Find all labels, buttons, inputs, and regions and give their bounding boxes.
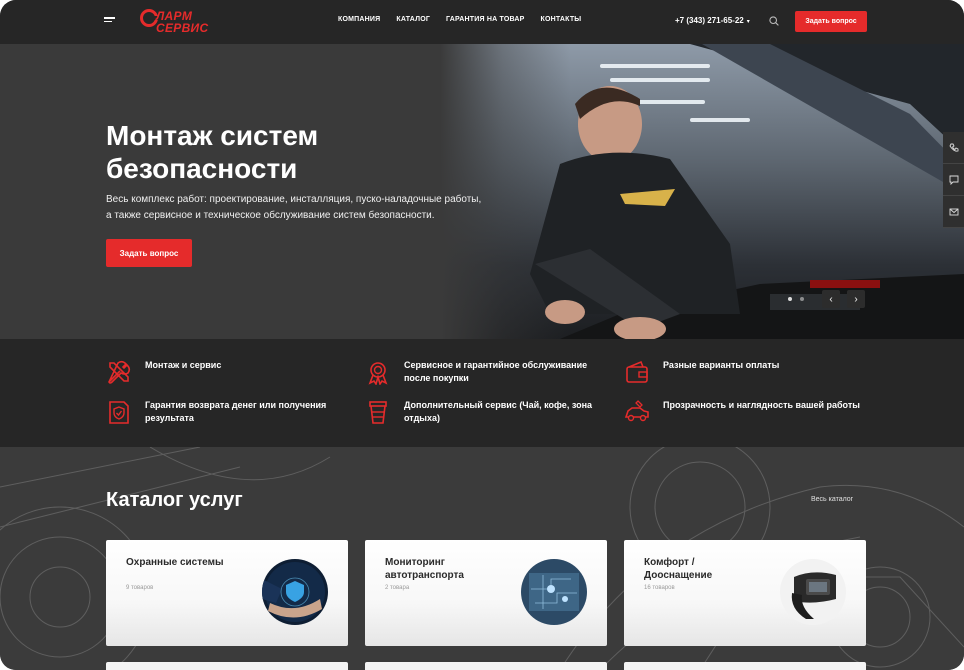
slider-dot[interactable] bbox=[800, 297, 804, 301]
caret-down-icon: ▾ bbox=[746, 19, 750, 25]
menu-icon[interactable] bbox=[104, 17, 115, 25]
logo-text-line2: СЕРВИС bbox=[156, 21, 209, 35]
feature-item: Прозрачность и наглядность вашей работы bbox=[624, 399, 863, 425]
search-icon[interactable] bbox=[769, 16, 779, 26]
hero-title: Монтаж систем безопасности bbox=[106, 120, 319, 184]
feature-item: Сервисное и гарантийное обслуживание пос… bbox=[365, 359, 604, 385]
feature-text: Прозрачность и наглядность вашей работы bbox=[663, 400, 860, 410]
nav-contacts[interactable]: КОНТАКТЫ bbox=[541, 16, 582, 23]
feature-text: Монтаж и сервис bbox=[145, 360, 222, 370]
hero-slider: Монтаж систем безопасности Весь комплекс… bbox=[0, 44, 964, 339]
logo[interactable]: ЛАРМ СЕРВИС bbox=[140, 8, 214, 36]
main-nav: КОМПАНИЯ КАТАЛОГ ГАРАНТИЯ НА ТОВАР КОНТА… bbox=[338, 16, 581, 23]
catalog-card[interactable]: Охранные системы 9 товаров bbox=[106, 540, 348, 646]
feature-text: Гарантия возврата денег или получения ре… bbox=[145, 400, 327, 423]
card-title: Комфорт / Дооснащение bbox=[644, 557, 713, 581]
feature-text: Сервисное и гарантийное обслуживание пос… bbox=[404, 360, 588, 383]
slider-dot[interactable] bbox=[788, 297, 792, 301]
nav-company[interactable]: КОМПАНИЯ bbox=[338, 16, 380, 23]
catalog-section: Каталог услуг Весь каталог Охранные сист… bbox=[0, 447, 964, 670]
card-title: Мониторинг автотранспорта bbox=[385, 557, 464, 581]
slider-next-arrow-icon[interactable]: › bbox=[847, 290, 865, 308]
feature-item: Разные варианты оплаты bbox=[624, 359, 863, 385]
award-icon bbox=[368, 362, 388, 385]
page-frame: ЛАРМ СЕРВИС КОМПАНИЯ КАТАЛОГ ГАРАНТИЯ НА… bbox=[0, 0, 964, 670]
catalog-card[interactable] bbox=[106, 662, 348, 670]
security-systems-image bbox=[262, 559, 328, 625]
vehicle-monitoring-image bbox=[521, 559, 587, 625]
slider-dots bbox=[788, 297, 804, 301]
tools-icon bbox=[108, 360, 131, 384]
feature-item: Дополнительный сервис (Чай, кофе, зона о… bbox=[365, 399, 604, 425]
mail-icon[interactable] bbox=[943, 196, 964, 228]
nav-catalog[interactable]: КАТАЛОГ bbox=[396, 16, 430, 23]
card-count: 2 товара bbox=[385, 585, 410, 591]
catalog-card[interactable]: Мониторинг автотранспорта 2 товара bbox=[365, 540, 607, 646]
coffee-cup-icon bbox=[369, 401, 387, 424]
nav-warranty[interactable]: ГАРАНТИЯ НА ТОВАР bbox=[446, 16, 524, 23]
car-service-icon bbox=[624, 400, 649, 422]
feature-text: Разные варианты оплаты bbox=[663, 360, 780, 370]
ask-question-button[interactable]: Задать вопрос bbox=[795, 11, 867, 32]
catalog-card[interactable] bbox=[624, 662, 866, 670]
side-toolbar bbox=[943, 132, 964, 228]
catalog-card[interactable] bbox=[365, 662, 607, 670]
card-count: 9 товаров bbox=[126, 585, 154, 591]
all-catalog-link[interactable]: Весь каталог bbox=[811, 496, 853, 503]
phone-callback-icon[interactable] bbox=[943, 132, 964, 164]
feature-item: Гарантия возврата денег или получения ре… bbox=[106, 399, 345, 425]
comfort-equipment-image bbox=[780, 559, 846, 625]
card-title: Охранные системы bbox=[126, 557, 224, 568]
wallet-icon bbox=[626, 360, 648, 383]
chat-icon[interactable] bbox=[943, 164, 964, 196]
features-strip: Монтаж и сервис Сервисное и гарантийное … bbox=[0, 339, 964, 447]
catalog-card[interactable]: Комфорт / Дооснащение 16 товаров bbox=[624, 540, 866, 646]
site-header: ЛАРМ СЕРВИС КОМПАНИЯ КАТАЛОГ ГАРАНТИЯ НА… bbox=[0, 0, 964, 44]
catalog-title: Каталог услуг bbox=[106, 489, 243, 511]
feature-text: Дополнительный сервис (Чай, кофе, зона о… bbox=[404, 400, 593, 423]
phone-number: +7 (343) 271-65-22 bbox=[675, 16, 744, 25]
hero-ask-question-button[interactable]: Задать вопрос bbox=[106, 239, 192, 267]
hero-description: Весь комплекс работ: проектирование, инс… bbox=[106, 194, 482, 221]
shield-document-icon bbox=[109, 401, 129, 424]
feature-item: Монтаж и сервис bbox=[106, 359, 345, 385]
slider-prev-arrow-icon[interactable]: ‹ bbox=[822, 290, 840, 308]
hero-image bbox=[440, 44, 964, 339]
phone-dropdown[interactable]: +7 (343) 271-65-22 ▾ bbox=[675, 16, 750, 25]
card-count: 16 товаров bbox=[644, 585, 675, 591]
